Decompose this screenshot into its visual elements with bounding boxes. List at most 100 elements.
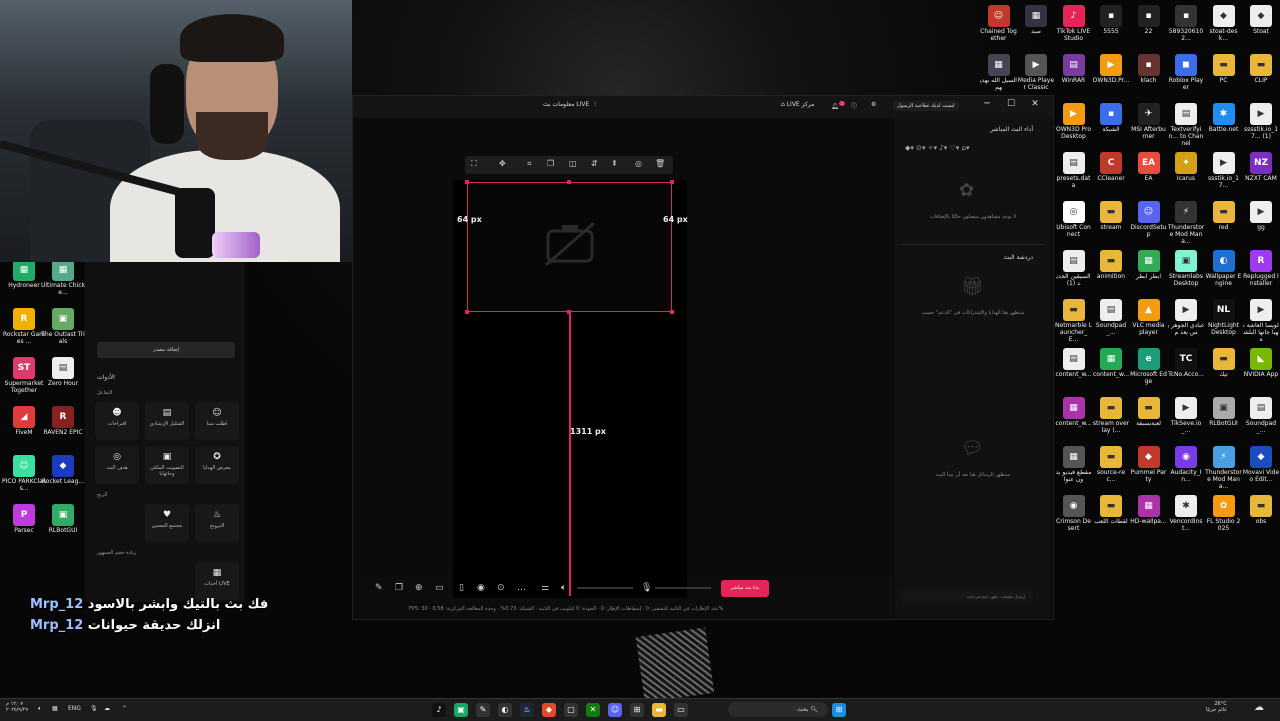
volume-icon[interactable]: 🔈︎ [38,705,42,713]
desktop-icon[interactable]: ◆ Movavi Video Edit... [1243,443,1280,491]
desktop-icon[interactable]: ☺ DiscordSetup [1130,198,1167,246]
phone-icon[interactable]: ▯ [459,583,464,593]
desktop-icon[interactable]: ▪ klach [1130,51,1167,99]
permission-status[interactable]: ليست لديك صلاحية الرسول [893,101,959,111]
mic-icon[interactable]: 🎙︎ [641,583,652,593]
desktop-icon[interactable]: ▣ RLBotGUI [1205,394,1242,442]
help-icon[interactable]: ⓘ [851,101,857,110]
desktop-icon[interactable]: ▦ ابطر ابطر [1130,247,1167,295]
desktop-icon[interactable]: NL NightLight Desktop [1205,296,1242,344]
left-desktop-icon[interactable]: ST Supermarket Together [2,354,46,402]
network-icon[interactable]: ▦ [52,705,58,712]
handle-top[interactable] [567,180,571,184]
cloud-icon[interactable]: ☁ [104,705,110,712]
desktop-icon[interactable]: ▶ TikSeve.io_... [1168,394,1205,442]
desktop-icon[interactable]: ▬ obs [1243,492,1280,540]
minimize-button[interactable]: ─ [977,99,997,109]
desktop-icon[interactable]: ▦ السيل الله بهديهم [980,51,1017,99]
desktop-icon[interactable]: ▶ gg [1243,198,1280,246]
tool-guide[interactable]: ▤ الشليل الإرشادي [145,402,189,440]
left-desktop-icon[interactable]: R Rockstar Games ... [2,305,46,353]
desktop-icon[interactable]: ✦ Icarus [1168,149,1205,197]
desktop-icon[interactable]: ▬ source-rec... [1093,443,1130,491]
desktop-icon[interactable]: ▶ Media Player Classic [1018,51,1055,99]
desktop-icon[interactable]: ▤ Soundpad_... [1093,296,1130,344]
left-desktop-icon[interactable]: ◢ FiveM [2,403,46,451]
tool-vote[interactable]: ▣ التصويت الملكي وجائهايا [145,446,189,484]
tool-heart[interactable]: ♥ مجتمع المحبين [145,504,189,542]
desktop-icon[interactable]: ▬ stream overlay (... [1093,394,1130,442]
more-icon[interactable]: … [517,583,526,593]
left-desktop-icon[interactable]: ☺ PICO PARKClass... [2,452,46,500]
record-icon[interactable]: ◉ [477,583,485,593]
desktop-icon[interactable]: ▦ content_w... [1055,394,1092,442]
desktop-icon[interactable]: ☺ Chained Together [980,2,1017,50]
desktop-icon[interactable]: ◉ Crimson Desert [1055,492,1092,540]
desktop-icon[interactable]: ▲ VLC media player [1130,296,1167,344]
handle-bottom-right[interactable] [670,310,674,314]
desktop-icon[interactable]: NZ NZXT CAM [1243,149,1280,197]
desktop-icon[interactable]: TC TcNo.Acco... [1168,345,1205,393]
desktop-icon[interactable]: ▬ PC [1205,51,1242,99]
tool-flame[interactable]: ♨ الترويج [195,504,239,542]
clock[interactable]: ١٢:٠٧ م ٢٠٢٥/٩/٢٧ [6,701,28,713]
desktop-icon[interactable]: ▪ 5555 [1093,2,1130,50]
desktop-icon[interactable]: ▬ Netmarble Launcher_E... [1055,296,1092,344]
desktop-icon[interactable]: ▶ OWN3D Pro Desktop [1055,100,1092,148]
desktop-icon[interactable]: ◐ Wallpaper Engine [1205,247,1242,295]
desktop-icon[interactable]: ▪ 5893206102... [1168,2,1205,50]
tool-target[interactable]: ◎ هدف البث [95,446,139,484]
desktop-icon[interactable]: ▦ HD-wallpa... [1130,492,1167,540]
mic-volume-slider[interactable] [655,587,711,589]
desktop-icon[interactable]: ▦ content_w... [1093,345,1130,393]
desktop-icon[interactable]: ▬ تيك [1205,345,1242,393]
pinned-app-taskbar-icon[interactable]: ▢ [564,703,578,717]
delete-icon[interactable]: 🗑︎ [655,159,665,168]
steam-taskbar-icon[interactable]: ♨ [520,703,534,717]
xbox-taskbar-icon[interactable]: ✕ [586,703,600,717]
magic-icon[interactable]: ✎ [375,583,383,593]
desktop-icon[interactable]: e Microsoft Edge [1130,345,1167,393]
left-desktop-icon[interactable]: R RAVEN2 EPIC [41,403,85,451]
selected-source-box[interactable] [465,180,674,314]
left-desktop-icon[interactable]: ▦ Hydroneer [2,256,46,304]
discord-taskbar-icon[interactable]: ☺ [608,703,622,717]
pinned-app-taskbar-icon[interactable]: ▣ [454,703,468,717]
desktop-icon[interactable]: ◣ NVIDIA App [1243,345,1280,393]
desktop-icon[interactable]: ◎ Ubisoft Connect [1055,198,1092,246]
desktop-icon[interactable]: ▶ OWN3D.Pr... [1093,51,1130,99]
desktop-icon[interactable]: ◆ Stoat [1243,2,1280,50]
flip-icon[interactable]: ⇵ [591,159,598,168]
desktop-icon[interactable]: ▤ Soundpad_... [1243,394,1280,442]
desktop-icon[interactable]: ◆ Pummel Party [1130,443,1167,491]
share-icon[interactable]: ⇪ [593,101,598,108]
left-desktop-icon[interactable]: P Parsec [2,501,46,549]
desktop-icon[interactable]: ▶ عبادي الجوهر بس يعذ م [1168,296,1205,344]
pinned-app-taskbar-icon[interactable]: ▭ [674,703,688,717]
desktop-icon[interactable]: ▶ لويسا العاشة نهيا جانها البلشة [1243,296,1280,344]
fit-icon[interactable]: ⛶ [471,159,477,169]
desktop-icon[interactable]: ▬ stream [1093,198,1130,246]
desktop-icon[interactable]: R Replugged Installer [1243,247,1280,295]
desktop-icon[interactable]: ◆ stoat-desk... [1205,2,1242,50]
desktop-icon[interactable]: ▶ sssstik.io_17... (1) [1243,100,1280,148]
perf-icons-row[interactable]: ◆▾ ⊙▾ ✧▾ ♪▾ ♡▾ ⌂▾ [905,144,970,152]
handle-top-right[interactable] [670,180,674,184]
mic-tray-icon[interactable]: 🎙︎ [90,705,98,712]
window-icon[interactable]: ▭ [435,583,444,593]
hide-icon[interactable]: ◎ [635,159,642,168]
desktop-icon[interactable]: ⚡ Thunderstore Mod Mana... [1168,198,1205,246]
scene-icon[interactable]: ❐ [395,583,403,593]
desktop-icon[interactable]: ▤ content_w... [1055,345,1092,393]
weather-widget[interactable]: 26°C غائم جزئيًا [1206,701,1227,713]
left-desktop-icon[interactable]: ◆ Rocket Leag... [41,452,85,500]
left-desktop-icon[interactable]: ▤ Zero Hour [41,354,85,402]
tool-gift[interactable]: ✪ معرض الهدايا [195,446,239,484]
chat-input[interactable]: إرسال تعليقات. يظهر أيضا في البث [901,590,1033,604]
tool-people[interactable]: ☻ اقتراحات [95,402,139,440]
handle-bottom-left[interactable] [465,310,469,314]
desktop-icon[interactable]: ▬ CLIP [1243,51,1280,99]
desktop-icon[interactable]: ▬ لعبةبسبقة [1130,394,1167,442]
desktop-icon[interactable]: ♪ TikTok LIVE Studio [1055,2,1092,50]
desktop-icon[interactable]: ✿ FL Studio 2025 [1205,492,1242,540]
